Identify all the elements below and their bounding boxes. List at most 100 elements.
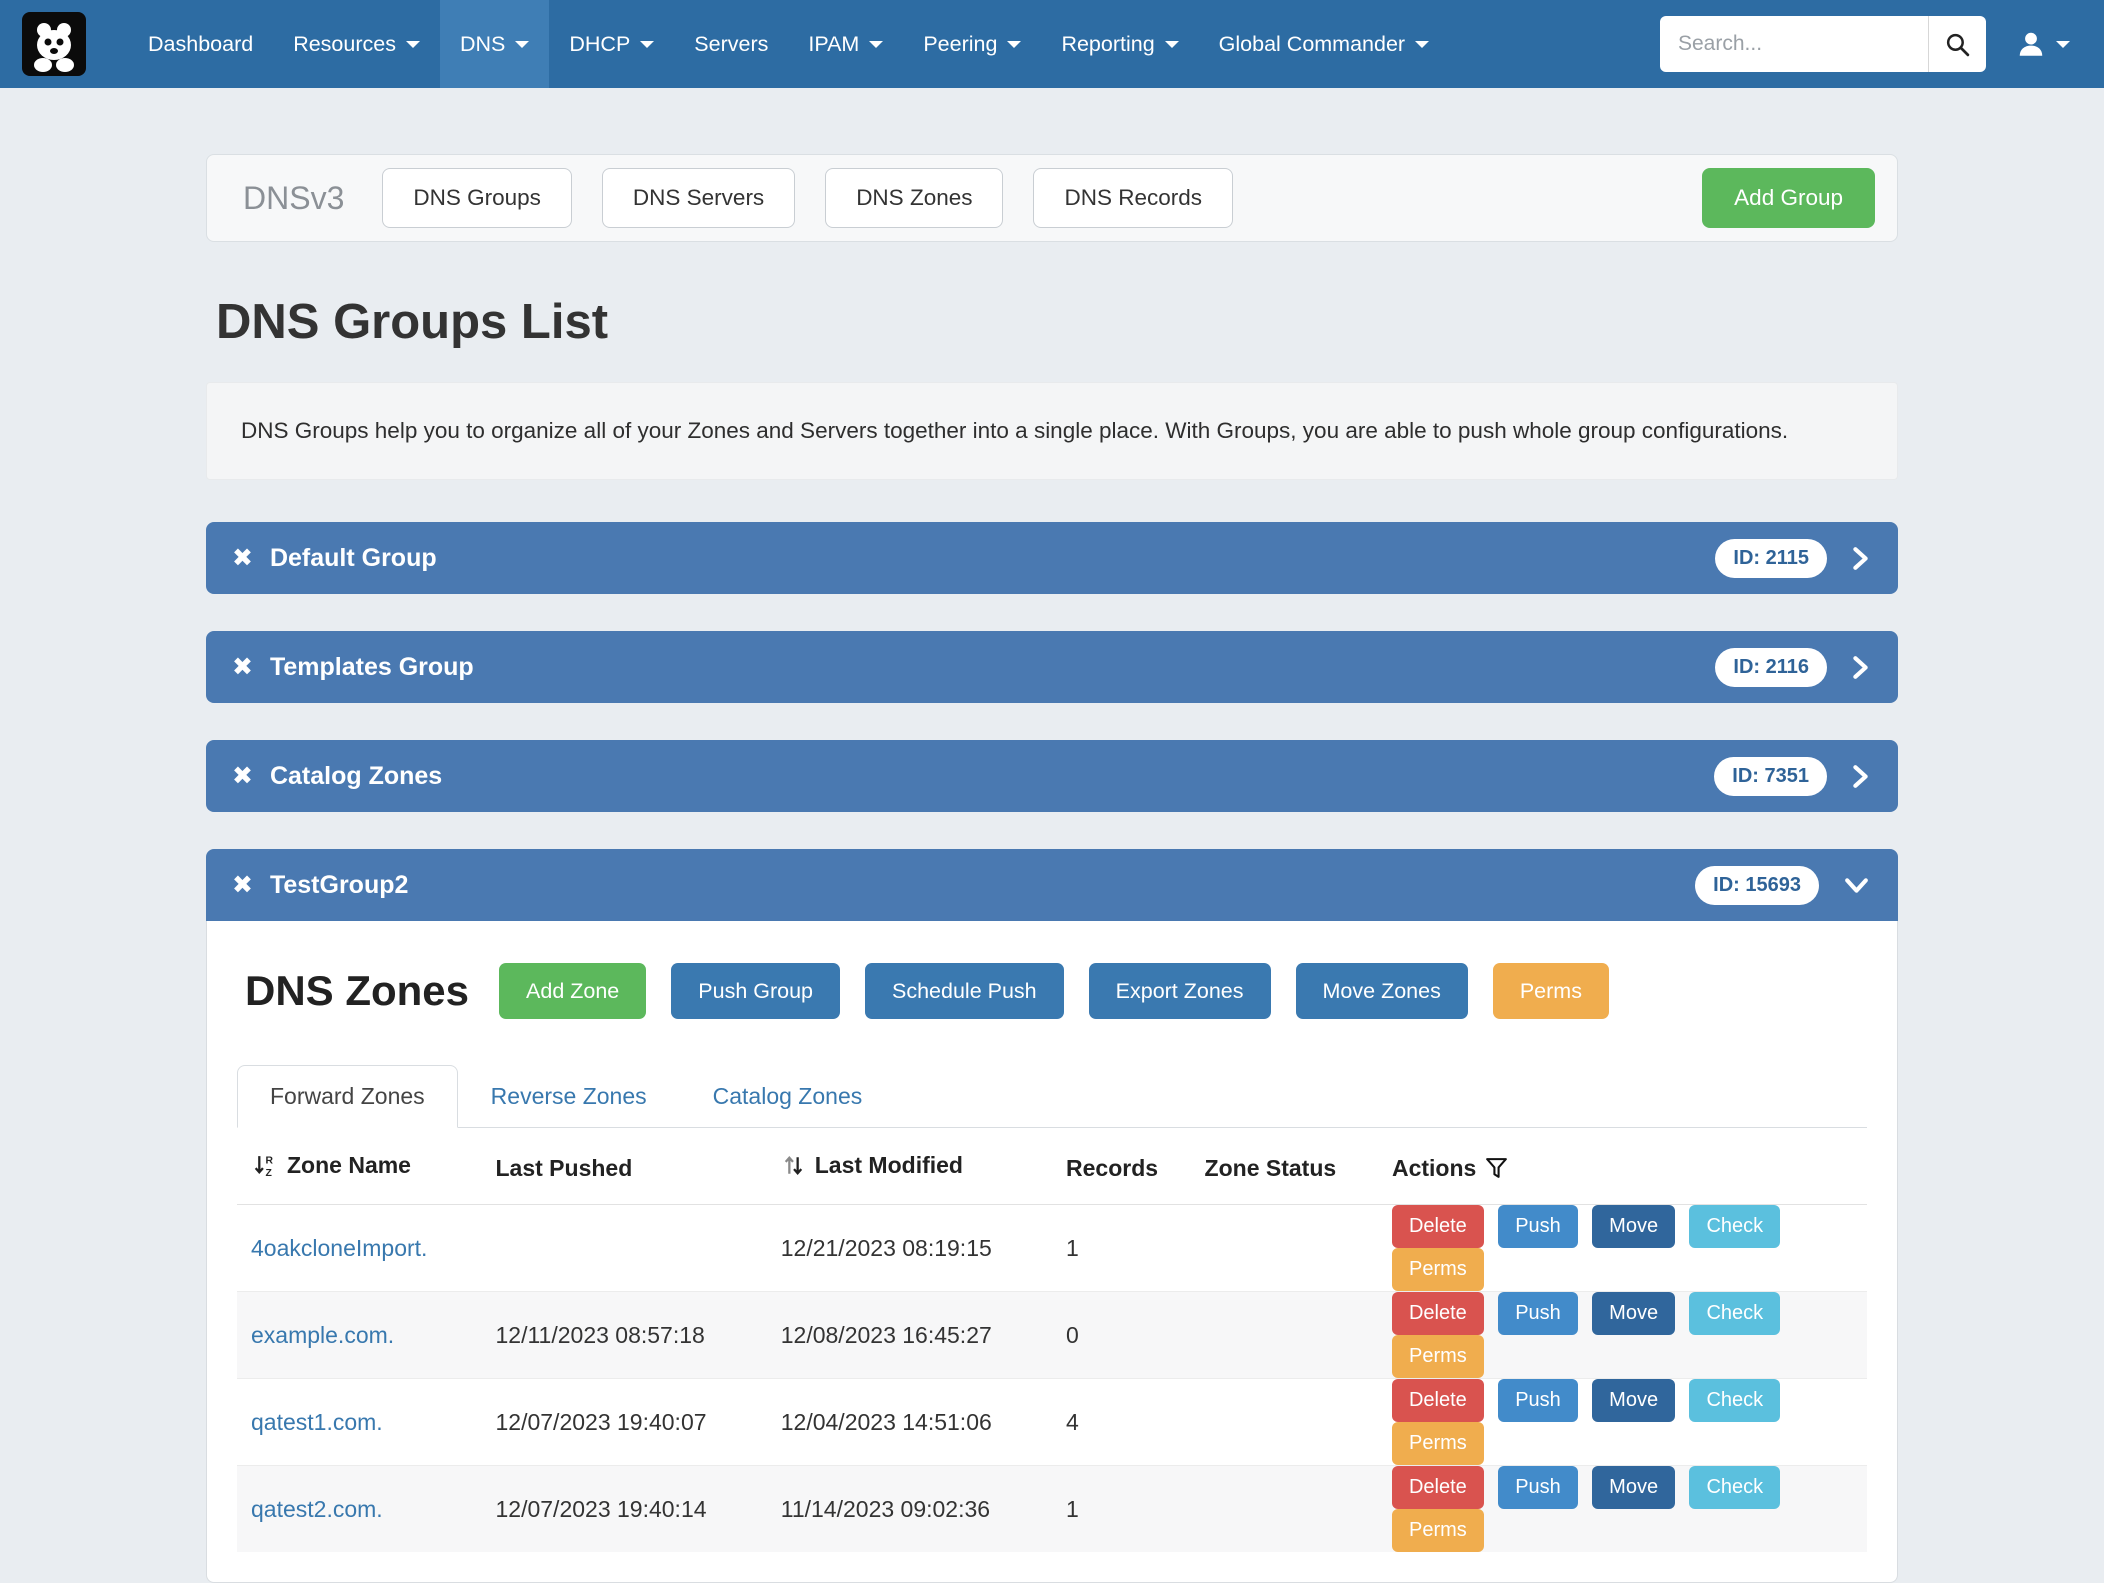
chevron-down-icon[interactable] xyxy=(1841,874,1872,897)
header-last-pushed: Last Pushed xyxy=(482,1128,767,1205)
perms-button[interactable]: Perms xyxy=(1392,1509,1484,1552)
nav-item-reporting[interactable]: Reporting xyxy=(1041,0,1198,88)
check-button[interactable]: Check xyxy=(1689,1205,1780,1248)
delete-button[interactable]: Delete xyxy=(1392,1292,1484,1335)
add-group-button[interactable]: Add Group xyxy=(1702,168,1875,228)
caret-down-icon xyxy=(1415,41,1429,48)
zone-link[interactable]: qatest1.com. xyxy=(251,1409,383,1435)
actions-cell: Delete Push Move Check Perms xyxy=(1378,1466,1867,1553)
actions-cell: Delete Push Move Check Perms xyxy=(1378,1379,1867,1466)
nav-label: Peering xyxy=(923,32,997,57)
header-label: Zone Name xyxy=(287,1152,411,1179)
zones-table: RZ Zone Name Last Pushed Last Modified xyxy=(237,1128,1867,1552)
move-button[interactable]: Move xyxy=(1592,1466,1675,1509)
push-button[interactable]: Push xyxy=(1498,1379,1578,1422)
caret-down-icon xyxy=(1007,41,1021,48)
push-button[interactable]: Push xyxy=(1498,1292,1578,1335)
delete-button[interactable]: Delete xyxy=(1392,1466,1484,1509)
dns-groups-button[interactable]: DNS Groups xyxy=(382,168,572,228)
group-bar-testgroup2[interactable]: ✖ TestGroup2 ID: 15693 xyxy=(206,849,1898,921)
svg-text:R: R xyxy=(266,1156,274,1167)
zone-link[interactable]: qatest2.com. xyxy=(251,1496,383,1522)
remove-icon[interactable]: ✖ xyxy=(232,546,253,571)
zone-status-cell xyxy=(1191,1292,1378,1379)
move-button[interactable]: Move xyxy=(1592,1292,1675,1335)
remove-icon[interactable]: ✖ xyxy=(232,764,253,789)
last-modified-cell: 11/14/2023 09:02:36 xyxy=(767,1466,1052,1553)
delete-button[interactable]: Delete xyxy=(1392,1379,1484,1422)
zone-link[interactable]: 4oakcloneImport. xyxy=(251,1235,427,1261)
dns-records-button[interactable]: DNS Records xyxy=(1033,168,1233,228)
nav-item-ipam[interactable]: IPAM xyxy=(788,0,903,88)
header-zone-status: Zone Status xyxy=(1191,1128,1378,1205)
check-button[interactable]: Check xyxy=(1689,1292,1780,1335)
group-bar-templates-group[interactable]: ✖ Templates Group ID: 2116 xyxy=(206,631,1898,703)
user-menu[interactable] xyxy=(2016,29,2070,59)
dns-zones-button[interactable]: DNS Zones xyxy=(825,168,1003,228)
caret-down-icon xyxy=(640,41,654,48)
tab-reverse-zones[interactable]: Reverse Zones xyxy=(458,1065,680,1128)
sort-alpha-icon[interactable]: RZ xyxy=(251,1152,278,1179)
zone-link[interactable]: example.com. xyxy=(251,1322,394,1348)
move-button[interactable]: Move xyxy=(1592,1205,1675,1248)
nav-label: Servers xyxy=(694,32,768,57)
dnsv3-label: DNSv3 xyxy=(243,180,344,217)
push-group-button[interactable]: Push Group xyxy=(671,963,840,1019)
add-zone-button[interactable]: Add Zone xyxy=(499,963,646,1019)
group-id-badge: ID: 15693 xyxy=(1695,866,1819,905)
panda-logo[interactable] xyxy=(22,12,86,76)
perms-button[interactable]: Perms xyxy=(1392,1248,1484,1291)
caret-down-icon xyxy=(869,41,883,48)
header-label: Zone Status xyxy=(1205,1155,1337,1182)
remove-icon[interactable]: ✖ xyxy=(232,873,253,898)
search-input[interactable] xyxy=(1660,16,1928,72)
nav-item-peering[interactable]: Peering xyxy=(903,0,1041,88)
tab-forward-zones[interactable]: Forward Zones xyxy=(237,1065,458,1128)
move-button[interactable]: Move xyxy=(1592,1379,1675,1422)
nav-label: Resources xyxy=(293,32,396,57)
schedule-push-button[interactable]: Schedule Push xyxy=(865,963,1064,1019)
navbar-right xyxy=(1660,0,2104,88)
check-button[interactable]: Check xyxy=(1689,1379,1780,1422)
nav-label: DHCP xyxy=(569,32,630,57)
group-name: Templates Group xyxy=(270,653,474,682)
group-name: Default Group xyxy=(270,544,437,573)
chevron-right-icon[interactable] xyxy=(1849,652,1872,683)
header-records: Records xyxy=(1052,1128,1191,1205)
nav-label: IPAM xyxy=(808,32,859,57)
actions-cell: Delete Push Move Check Perms xyxy=(1378,1292,1867,1379)
perms-button[interactable]: Perms xyxy=(1392,1422,1484,1465)
perms-button[interactable]: Perms xyxy=(1392,1335,1484,1378)
group-bar-catalog-zones[interactable]: ✖ Catalog Zones ID: 7351 xyxy=(206,740,1898,812)
remove-icon[interactable]: ✖ xyxy=(232,655,253,680)
chevron-right-icon[interactable] xyxy=(1849,543,1872,574)
group-bar-default-group[interactable]: ✖ Default Group ID: 2115 xyxy=(206,522,1898,594)
push-button[interactable]: Push xyxy=(1498,1205,1578,1248)
main-nav: Dashboard Resources DNS DHCP Servers IPA… xyxy=(128,0,1449,88)
actions-cell: Delete Push Move Check Perms xyxy=(1378,1205,1867,1292)
perms-button[interactable]: Perms xyxy=(1493,963,1609,1019)
move-zones-button[interactable]: Move Zones xyxy=(1296,963,1468,1019)
header-zone-name[interactable]: RZ Zone Name xyxy=(237,1128,482,1205)
caret-down-icon xyxy=(406,41,420,48)
nav-item-servers[interactable]: Servers xyxy=(674,0,788,88)
nav-item-dashboard[interactable]: Dashboard xyxy=(128,0,273,88)
sort-updown-icon[interactable] xyxy=(781,1152,806,1179)
dns-servers-button[interactable]: DNS Servers xyxy=(602,168,795,228)
tab-catalog-zones[interactable]: Catalog Zones xyxy=(680,1065,896,1128)
nav-item-global-commander[interactable]: Global Commander xyxy=(1199,0,1449,88)
page-description: DNS Groups help you to organize all of y… xyxy=(206,382,1898,480)
check-button[interactable]: Check xyxy=(1689,1466,1780,1509)
last-pushed-cell: 12/07/2023 19:40:14 xyxy=(482,1466,767,1553)
header-last-modified[interactable]: Last Modified xyxy=(767,1128,1052,1205)
chevron-right-icon[interactable] xyxy=(1849,761,1872,792)
nav-item-dns[interactable]: DNS xyxy=(440,0,549,88)
export-zones-button[interactable]: Export Zones xyxy=(1089,963,1271,1019)
nav-item-resources[interactable]: Resources xyxy=(273,0,440,88)
nav-item-dhcp[interactable]: DHCP xyxy=(549,0,674,88)
filter-icon[interactable] xyxy=(1485,1156,1508,1181)
search-button[interactable] xyxy=(1928,16,1986,72)
push-button[interactable]: Push xyxy=(1498,1466,1578,1509)
delete-button[interactable]: Delete xyxy=(1392,1205,1484,1248)
last-pushed-cell: 12/07/2023 19:40:07 xyxy=(482,1379,767,1466)
